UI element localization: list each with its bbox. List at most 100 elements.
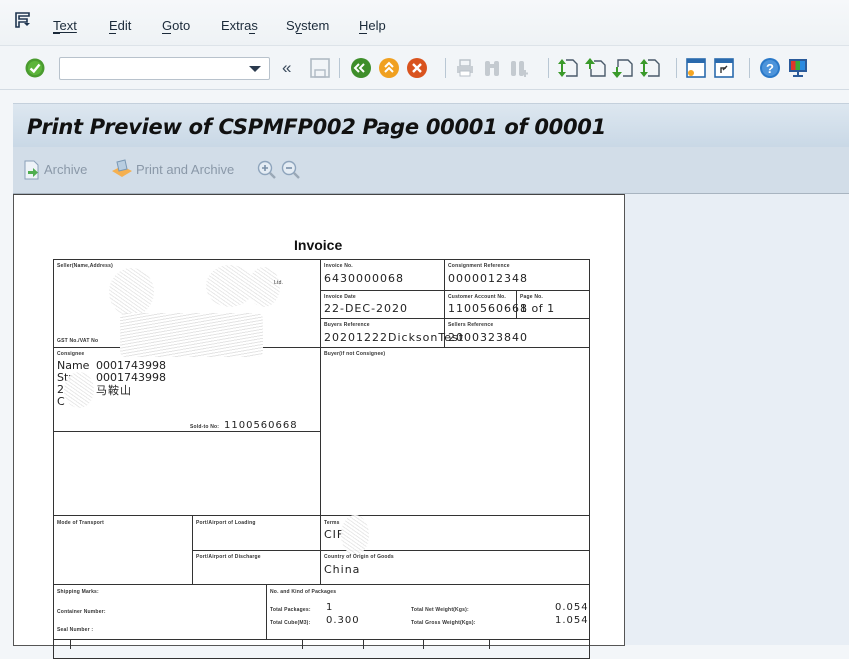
cancel-icon[interactable]	[406, 57, 428, 79]
zoom-out-icon[interactable]	[281, 160, 301, 180]
seller-suffix: Ltd.	[274, 280, 284, 286]
redacted-gst-number	[120, 313, 263, 357]
redacted-terms-location	[341, 515, 369, 555]
consignee-label: Consignee	[57, 351, 85, 357]
row-divider	[53, 515, 590, 516]
print-icon[interactable]	[454, 57, 476, 79]
row-divider	[320, 290, 590, 291]
page-title: Print Preview of CSPMFP002 Page 00001 of…	[27, 115, 606, 139]
find-next-icon[interactable]	[508, 57, 530, 79]
toolbar-separator	[548, 58, 549, 78]
consignment-ref-value: 0000012348	[448, 272, 528, 285]
column-divider	[70, 639, 71, 649]
first-page-icon[interactable]	[557, 57, 579, 79]
country-origin-label: Country of Origin of Goods	[324, 554, 394, 560]
row-divider	[192, 550, 590, 551]
total-cube-label: Total Cube(M3):	[270, 620, 311, 626]
consignee-country-key: C	[57, 395, 65, 408]
menu-text[interactable]: Text	[53, 18, 77, 33]
command-field[interactable]	[59, 57, 270, 80]
invoice-page: Invoice Seller(Name,Address) Ltd. GST No…	[13, 194, 625, 659]
invoice-date-value: 22-DEC-2020	[324, 302, 409, 315]
back-icon[interactable]	[350, 57, 372, 79]
packages-kind-label: No. and Kind of Packages	[270, 589, 337, 595]
total-packages-value: 1	[326, 602, 334, 613]
collapse-icon[interactable]: «	[282, 58, 291, 78]
buyer-label: Buyer(if not Consignee)	[324, 351, 386, 357]
next-page-icon[interactable]	[612, 57, 634, 79]
preview-area: Invoice Seller(Name,Address) Ltd. GST No…	[13, 193, 849, 659]
consignee-city-value: 马鞍山	[96, 384, 132, 397]
invoice-title: Invoice	[294, 237, 343, 253]
shortcut-icon[interactable]	[713, 57, 735, 79]
new-session-icon[interactable]	[685, 57, 707, 79]
column-divider	[489, 639, 490, 649]
menu-help[interactable]: Help	[359, 18, 386, 33]
invoice-no-value: 6430000068	[324, 272, 404, 285]
last-page-icon[interactable]	[639, 57, 661, 79]
country-origin-value: China	[324, 563, 361, 576]
zoom-in-icon[interactable]	[257, 160, 277, 180]
terms-label: Terms	[324, 520, 340, 526]
shipping-marks-label: Shipping Marks:	[57, 589, 99, 595]
customer-account-label: Customer Account No.	[448, 294, 506, 300]
column-divider	[363, 639, 364, 649]
menu-goto[interactable]: Goto	[162, 18, 190, 33]
sold-to-label: Sold-to No:	[190, 424, 220, 430]
buyers-ref-value: 20201222DicksonTest	[324, 331, 465, 344]
page-no-value: 1 of 1	[520, 302, 555, 315]
mnemonic-underline	[162, 33, 171, 34]
find-icon[interactable]	[481, 57, 503, 79]
consignment-ref-label: Consignment Reference	[448, 263, 510, 269]
help-icon[interactable]: ?	[759, 57, 781, 79]
screen-title-bar: Print Preview of CSPMFP002 Page 00001 of…	[13, 103, 849, 147]
toolbar-separator	[445, 58, 446, 78]
toolbar-separator	[749, 58, 750, 78]
archive-button[interactable]: Archive	[44, 162, 87, 177]
column-divider	[423, 639, 424, 649]
gst-label: GST No./VAT No	[57, 338, 99, 344]
invoice-date-label: Invoice Date	[324, 294, 356, 300]
layout-icon[interactable]	[787, 57, 809, 79]
enter-icon[interactable]	[24, 57, 46, 79]
row-divider	[320, 318, 590, 319]
buyers-ref-label: Buyers Reference	[324, 322, 370, 328]
gross-weight-label: Total Gross Weight(Kgs):	[411, 620, 476, 626]
page-no-label: Page No.	[520, 294, 543, 300]
row-divider	[53, 639, 590, 640]
seal-label: Seal Number :	[57, 627, 94, 633]
mnemonic-underline	[359, 33, 367, 34]
column-divider	[266, 584, 267, 640]
dropdown-arrow-icon[interactable]	[249, 66, 261, 72]
row-divider	[53, 584, 590, 585]
port-discharge-label: Port/Airport of Discharge	[196, 554, 261, 560]
net-weight-value: 0.054	[555, 602, 589, 613]
sellers-ref-label: Sellers Reference	[448, 322, 494, 328]
sold-to-value: 1100560668	[224, 420, 298, 431]
toolbar-separator	[339, 58, 340, 78]
redacted-seller-logo	[109, 268, 154, 316]
mnemonic-underline	[296, 33, 302, 34]
system-menu-icon[interactable]	[14, 12, 32, 28]
menu-edit[interactable]: Edit	[109, 18, 131, 33]
redacted-consignee-address	[64, 372, 94, 408]
mnemonic-underline	[109, 33, 116, 34]
toolbar-separator	[676, 58, 677, 78]
archive-icon	[24, 160, 39, 180]
net-weight-label: Total Net Weight(Kgs):	[411, 607, 469, 613]
total-cube-value: 0.300	[326, 615, 360, 626]
column-divider	[302, 639, 303, 649]
application-toolbar: Archive Print and Archive	[13, 147, 849, 193]
print-and-archive-button[interactable]: Print and Archive	[136, 162, 234, 177]
menu-system[interactable]: System	[286, 18, 329, 33]
previous-page-icon[interactable]	[585, 57, 607, 79]
customer-account-value: 1100560668	[448, 302, 528, 315]
mnemonic-underline	[53, 33, 60, 34]
total-packages-label: Total Packages:	[270, 607, 311, 613]
redacted-seller-address	[248, 267, 280, 307]
menu-extras[interactable]: Extras	[221, 18, 258, 33]
exit-icon[interactable]	[378, 57, 400, 79]
redacted-seller-name	[206, 265, 254, 307]
save-icon[interactable]	[309, 57, 331, 79]
svg-text:?: ?	[766, 61, 774, 76]
